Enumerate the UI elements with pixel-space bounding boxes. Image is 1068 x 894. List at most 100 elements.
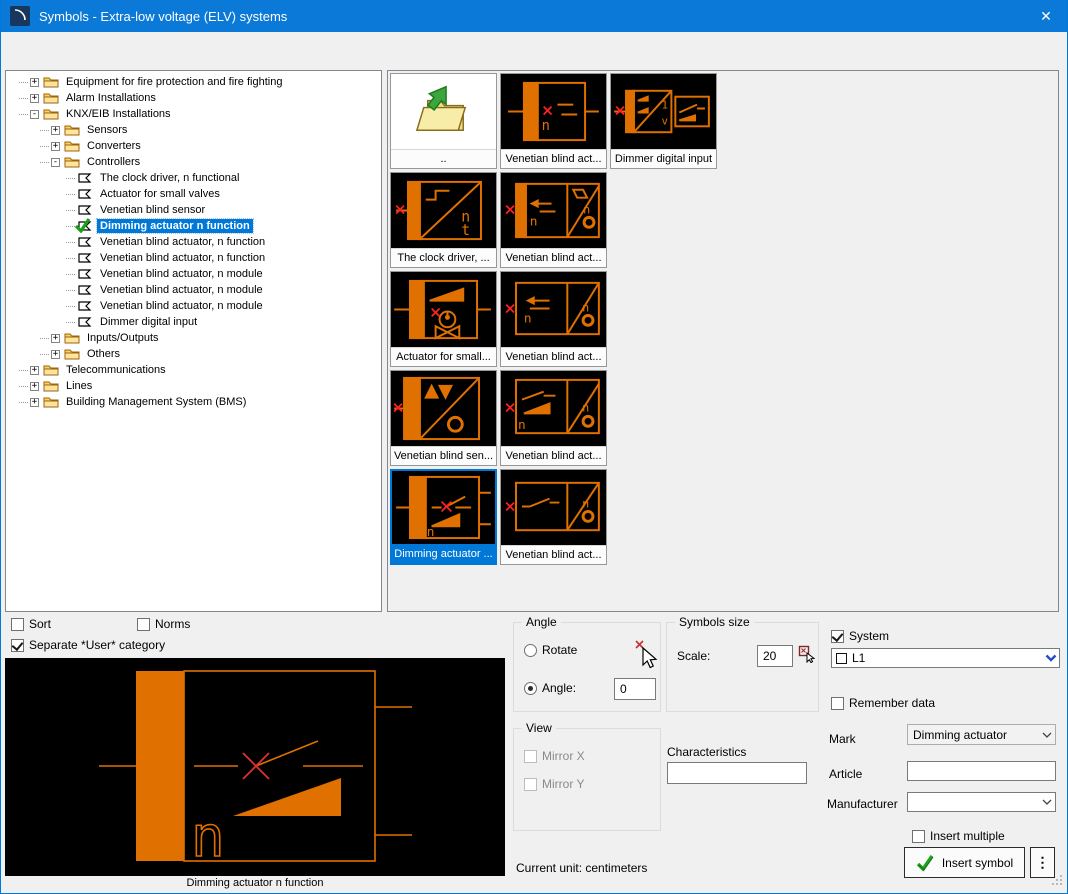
tree-expand-toggle[interactable]: +	[51, 142, 60, 151]
symbols-size-group: Symbols size Scale:	[666, 622, 819, 712]
symbol-tile[interactable]: Venetian blind act...	[500, 469, 607, 565]
remember-data-checkbox[interactable]: Remember data	[831, 696, 935, 710]
remember-data-box[interactable]	[831, 697, 844, 710]
separate-user-checkbox-box[interactable]	[11, 639, 24, 652]
rotate-radio[interactable]: Rotate	[524, 643, 577, 657]
tree-expand-toggle[interactable]: -	[30, 110, 39, 119]
tree-item-label[interactable]: The clock driver, n functional	[97, 171, 242, 185]
tree-item-label[interactable]: Actuator for small valves	[97, 187, 223, 201]
tree-item[interactable]: + Equipment for fire protection and fire …	[6, 74, 381, 90]
tree-item-label[interactable]: Converters	[84, 139, 144, 153]
article-input[interactable]	[907, 761, 1056, 781]
tree-item[interactable]: + Others	[6, 346, 381, 362]
tree-item[interactable]: The clock driver, n functional	[6, 170, 381, 186]
mirror-x-checkbox: Mirror X	[524, 749, 585, 763]
tree-item-label[interactable]: Controllers	[84, 155, 143, 169]
tree-item-label[interactable]: Inputs/Outputs	[84, 331, 162, 345]
system-combobox[interactable]: L1	[831, 648, 1060, 668]
symbol-tile[interactable]: Dimmer digital input	[610, 73, 717, 169]
tree-item[interactable]: + Converters	[6, 138, 381, 154]
tile-label: Venetian blind sen...	[391, 446, 496, 465]
angle-input[interactable]	[614, 678, 656, 700]
angle-radio-circle[interactable]	[524, 682, 537, 695]
symbol-tile[interactable]: ..	[390, 73, 497, 169]
tree-item[interactable]: Venetian blind sensor	[6, 202, 381, 218]
tree-expand-toggle[interactable]: -	[51, 158, 60, 167]
tree-item[interactable]: + Lines	[6, 378, 381, 394]
chevron-down-icon[interactable]	[1039, 793, 1055, 811]
chevron-down-icon[interactable]	[1043, 649, 1059, 667]
resize-grip[interactable]	[1051, 874, 1064, 890]
norms-label: Norms	[155, 617, 190, 631]
tree-item[interactable]: + Inputs/Outputs	[6, 330, 381, 346]
symbol-tile[interactable]: Venetian blind act...	[500, 172, 607, 268]
tree-item[interactable]: Venetian blind actuator, n module	[6, 266, 381, 282]
symbol-tile[interactable]: Venetian blind act...	[500, 370, 607, 466]
angle-radio[interactable]: Angle:	[524, 681, 576, 695]
tree-expand-toggle[interactable]: +	[30, 398, 39, 407]
rotate-radio-circle[interactable]	[524, 644, 537, 657]
tree-item[interactable]: Dimmer digital input	[6, 314, 381, 330]
tree-item-label[interactable]: Lines	[63, 379, 95, 393]
tree-expand-toggle[interactable]: +	[51, 126, 60, 135]
tree-item[interactable]: + Telecommunications	[6, 362, 381, 378]
tree-item[interactable]: + Alarm Installations	[6, 90, 381, 106]
tree-expand-toggle[interactable]: +	[51, 350, 60, 359]
pick-scale-icon[interactable]	[798, 645, 816, 663]
tree-item[interactable]: + Building Management System (BMS)	[6, 394, 381, 410]
tile-label: Dimmer digital input	[611, 149, 716, 168]
close-button[interactable]: ✕	[1023, 0, 1068, 32]
system-checkbox[interactable]: System	[831, 629, 889, 643]
separate-user-checkbox[interactable]: Separate *User* category	[11, 638, 165, 652]
symbol-tile[interactable]: The clock driver, ...	[390, 172, 497, 268]
tree-item-label[interactable]: Dimming actuator n function	[97, 219, 253, 233]
tree-item[interactable]: Venetian blind actuator, n module	[6, 282, 381, 298]
tree-item-label[interactable]: Venetian blind actuator, n module	[97, 267, 266, 281]
characteristics-input[interactable]	[667, 762, 807, 784]
tree-item-label[interactable]: Others	[84, 347, 123, 361]
tree-item[interactable]: Venetian blind actuator, n module	[6, 298, 381, 314]
symbol-tile[interactable]: Dimming actuator ...	[390, 469, 497, 565]
tree-expand-toggle[interactable]: +	[30, 382, 39, 391]
symbol-tile[interactable]: Venetian blind act...	[500, 73, 607, 169]
insert-symbol-button[interactable]: Insert symbol	[904, 847, 1025, 878]
insert-multiple-checkbox[interactable]: Insert multiple	[912, 829, 1005, 843]
tree-expand-toggle[interactable]: +	[30, 78, 39, 87]
tree-item[interactable]: Venetian blind actuator, n function	[6, 234, 381, 250]
tree-item-label[interactable]: Venetian blind actuator, n function	[97, 235, 268, 249]
tree-item-label[interactable]: Venetian blind actuator, n module	[97, 283, 266, 297]
tree-item-label[interactable]: Equipment for fire protection and fire f…	[63, 75, 285, 89]
chevron-down-icon[interactable]	[1039, 725, 1055, 744]
tree-item-label[interactable]: Building Management System (BMS)	[63, 395, 249, 409]
tree-item-label[interactable]: Venetian blind actuator, n module	[97, 299, 266, 313]
system-checkbox-box[interactable]	[831, 630, 844, 643]
tree-item[interactable]: - KNX/EIB Installations	[6, 106, 381, 122]
tree-item-label[interactable]: KNX/EIB Installations	[63, 107, 174, 121]
tree-item[interactable]: + Sensors	[6, 122, 381, 138]
tree-item[interactable]: - Controllers	[6, 154, 381, 170]
tree-item-label[interactable]: Alarm Installations	[63, 91, 159, 105]
symbol-tile[interactable]: Venetian blind act...	[500, 271, 607, 367]
tree-item[interactable]: Venetian blind actuator, n function	[6, 250, 381, 266]
sort-checkbox-box[interactable]	[11, 618, 24, 631]
symbol-tile[interactable]: Actuator for small...	[390, 271, 497, 367]
manufacturer-combobox[interactable]	[907, 792, 1056, 812]
tree-expand-toggle[interactable]: +	[30, 94, 39, 103]
tree-item-label[interactable]: Venetian blind sensor	[97, 203, 208, 217]
scale-input[interactable]	[757, 645, 793, 667]
symbol-tile[interactable]: Venetian blind sen...	[390, 370, 497, 466]
tree-expand-toggle[interactable]: +	[51, 334, 60, 343]
tree-expand-toggle[interactable]: +	[30, 366, 39, 375]
sort-checkbox[interactable]: Sort	[11, 617, 51, 631]
tree-item-label[interactable]: Dimmer digital input	[97, 315, 200, 329]
norms-checkbox-box[interactable]	[137, 618, 150, 631]
mark-combobox[interactable]: Dimming actuator	[907, 724, 1056, 745]
insert-multiple-box[interactable]	[912, 830, 925, 843]
norms-checkbox[interactable]: Norms	[137, 617, 190, 631]
tree-item-label[interactable]: Venetian blind actuator, n function	[97, 251, 268, 265]
tree-item[interactable]: Actuator for small valves	[6, 186, 381, 202]
mirror-x-box	[524, 750, 537, 763]
tree-item[interactable]: Dimming actuator n function	[6, 218, 381, 234]
tree-item-label[interactable]: Telecommunications	[63, 363, 169, 377]
tree-item-label[interactable]: Sensors	[84, 123, 130, 137]
